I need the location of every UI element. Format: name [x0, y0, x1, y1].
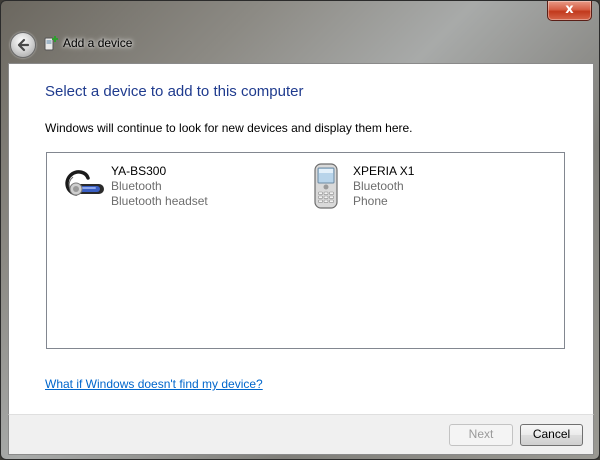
bluetooth-device-icon [44, 36, 58, 51]
next-button[interactable]: Next [449, 424, 513, 446]
close-button[interactable]: x [547, 1, 592, 21]
phone-icon [314, 163, 338, 209]
device-subtype: Bluetooth headset [111, 194, 208, 208]
main-content: Select a device to add to this computer … [8, 63, 594, 415]
device-list[interactable]: YA-BS300 Bluetooth Bluetooth headset XPE… [46, 152, 565, 349]
title-bar: x Add a device [1, 1, 599, 63]
window-title: Add a device [63, 36, 133, 50]
headset-icon [65, 170, 104, 196]
device-item-ya-bs300[interactable]: YA-BS300 Bluetooth Bluetooth headset [60, 162, 260, 218]
back-arrow-icon [17, 38, 30, 52]
back-button[interactable] [10, 32, 36, 58]
button-bar: Next Cancel [8, 414, 594, 455]
device-type: Bluetooth [111, 179, 162, 193]
page-heading: Select a device to add to this computer [45, 83, 304, 100]
instruction-text: Windows will continue to look for new de… [45, 121, 413, 135]
device-name: XPERIA X1 [353, 164, 415, 178]
device-item-xperia-x1[interactable]: XPERIA X1 Bluetooth Phone [302, 162, 502, 218]
device-subtype: Phone [353, 194, 388, 208]
device-name: YA-BS300 [111, 164, 167, 178]
help-link[interactable]: What if Windows doesn't find my device? [45, 377, 263, 391]
add-device-window: x Add a device Select a device to add to… [0, 0, 600, 460]
device-type: Bluetooth [353, 179, 404, 193]
cancel-button[interactable]: Cancel [520, 424, 583, 446]
